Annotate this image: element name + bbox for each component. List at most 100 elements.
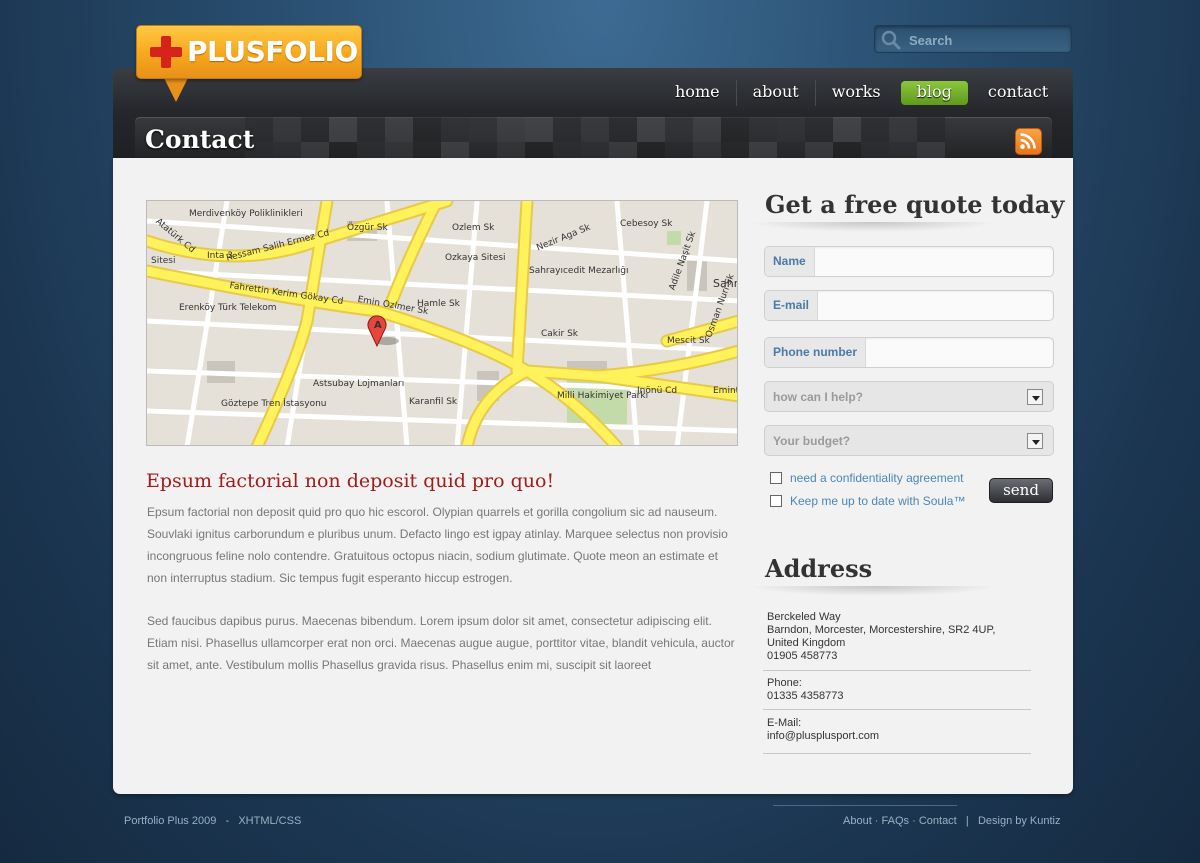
email-field[interactable]: E-mail [764, 290, 1054, 321]
map-label: Mescit Sk [667, 336, 710, 346]
nav-about[interactable]: about [737, 80, 816, 106]
quote-heading: Get a free quote today [765, 190, 1065, 219]
mosaic-tile [413, 117, 441, 142]
phone-field[interactable]: Phone number [764, 337, 1054, 368]
map-label: Sahrayıcedit Mezarlığı [529, 266, 629, 276]
map-label: Erenköy Türk Telekom [179, 303, 277, 313]
map-label: Sahr [713, 277, 738, 290]
mosaic-tile [385, 117, 413, 142]
map[interactable]: A Merdivenköy Poliklinikleri Ressam Sali… [146, 200, 738, 446]
search-input[interactable] [909, 30, 1065, 50]
divider [763, 670, 1031, 671]
search-box [874, 25, 1072, 53]
send-button[interactable]: send [989, 478, 1053, 503]
budget-select[interactable]: Your budget? [764, 425, 1054, 456]
checkbox[interactable] [770, 472, 782, 484]
mosaic-tile [917, 117, 945, 142]
footer-credits: Portfolio Plus 2009 - XHTML/CSS [124, 815, 302, 827]
email-value[interactable]: info@plusplusport.com [767, 730, 879, 743]
map-label: Sitesi [151, 256, 176, 266]
email-label: E-Mail: [767, 717, 802, 729]
address-line: United Kingdom [767, 637, 846, 649]
mosaic-tile [777, 117, 805, 142]
mosaic-tile [273, 117, 301, 142]
map-label: Merdivenköy Poliklinikleri [189, 209, 303, 219]
rss-icon[interactable] [1015, 128, 1042, 155]
address-line: 01905 458773 [767, 650, 838, 662]
article-title: Epsum factorial non deposit quid pro quo… [146, 470, 555, 492]
logo-bubble-tail [164, 78, 188, 102]
mosaic-tile [329, 117, 357, 142]
mosaic-tile [637, 117, 665, 142]
phone-label: Phone: [767, 677, 802, 689]
chevron-down-icon[interactable] [1027, 433, 1043, 449]
mosaic-tile [301, 117, 329, 142]
map-label: Cebesoy Sk [620, 219, 673, 229]
nav-home[interactable]: home [659, 80, 737, 106]
checkbox[interactable] [770, 495, 782, 507]
footer-divider [773, 805, 957, 806]
mosaic-tile [693, 117, 721, 142]
mosaic-tile [861, 117, 889, 142]
phone-input[interactable] [863, 338, 1053, 367]
map-label: Milli Hakimiyet Parkı [557, 391, 649, 401]
help-select[interactable]: how can I help? [764, 381, 1054, 412]
checkbox-label: need a confidentiality agreement [790, 471, 964, 485]
address-line: Barndon, Morcester, Morcestershire, SR2 … [767, 624, 996, 636]
address-block: Berckeled Way Barndon, Morcester, Morces… [767, 611, 995, 663]
footer-link-contact[interactable]: Contact [919, 815, 957, 827]
logo-bubble: PLUSFOLIO [136, 25, 362, 79]
budget-select-value: Your budget? [773, 434, 851, 448]
mosaic-tile [749, 117, 777, 142]
article-paragraph: Epsum factorial non deposit quid pro quo… [147, 505, 728, 585]
mosaic-tile [889, 117, 917, 142]
map-label: Özgür Sk [347, 223, 388, 233]
newsletter-checkbox[interactable]: Keep me up to date with Soula™ [770, 494, 965, 508]
mosaic-tile [357, 117, 385, 142]
logo-text: PLUSFOLIO [187, 35, 358, 68]
map-label: Cakir Sk [541, 329, 578, 339]
address-line: Berckeled Way [767, 611, 841, 623]
footer-design-credit: Design by Kuntiz [977, 815, 1061, 827]
map-roads [147, 201, 737, 445]
nav-blog[interactable]: blog [900, 81, 968, 105]
chevron-down-icon[interactable] [1027, 389, 1043, 405]
mosaic-tile [609, 117, 637, 142]
divider [763, 709, 1031, 710]
footer-links: About · FAQs · Contact | Design by Kunti… [843, 815, 1061, 827]
heading-shadow [748, 222, 998, 232]
email-label: E-mail [765, 291, 819, 320]
nav-contact[interactable]: contact [972, 80, 1064, 106]
map-label: Inta 3 [207, 251, 233, 261]
mosaic-tile [721, 117, 749, 142]
email-input[interactable] [817, 291, 1053, 320]
checkbox-label: Keep me up to date with Soula™ [790, 494, 966, 508]
address-heading: Address [765, 554, 873, 583]
mosaic-tile [833, 117, 861, 142]
search-icon[interactable] [880, 29, 902, 51]
footer-link-about[interactable]: About [843, 815, 872, 827]
name-input[interactable] [817, 247, 1053, 276]
mosaic-tile [525, 117, 553, 142]
map-marker-label: A [374, 320, 382, 331]
heading-shadow [748, 586, 998, 596]
map-label: Karanfil Sk [409, 397, 458, 407]
phone-block: Phone: 01335 4358773 [767, 677, 843, 703]
mosaic-tile [665, 117, 693, 142]
email-block: E-Mail: info@plusplusport.com [767, 717, 879, 743]
mosaic-tile [553, 117, 581, 142]
name-field[interactable]: Name [764, 246, 1054, 277]
mosaic-tile [469, 117, 497, 142]
help-select-value: how can I help? [773, 390, 864, 404]
mosaic-tile [441, 117, 469, 142]
logo[interactable]: PLUSFOLIO [136, 25, 362, 103]
map-label: Hamle Sk [417, 299, 460, 309]
map-label: Ozkaya Sitesi [445, 253, 506, 263]
nav-works[interactable]: works [816, 80, 897, 106]
footer-link-faqs[interactable]: FAQs [882, 815, 910, 827]
divider [763, 753, 1031, 754]
name-label: Name [765, 247, 815, 276]
map-label: Göztepe Tren İstasyonu [221, 399, 327, 409]
phone-label: Phone number [765, 338, 867, 367]
confidentiality-checkbox[interactable]: need a confidentiality agreement [770, 471, 963, 485]
